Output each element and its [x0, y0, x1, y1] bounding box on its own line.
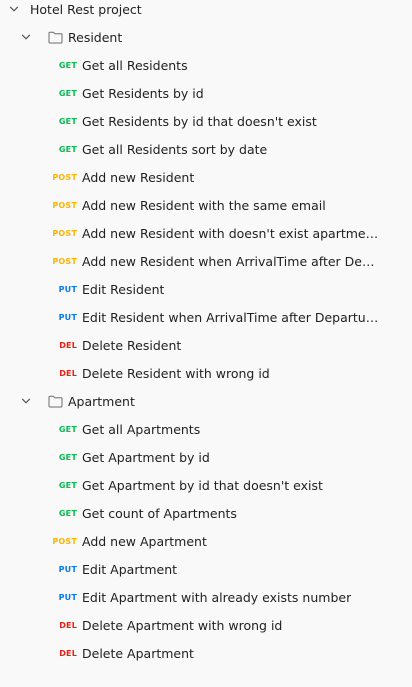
request-row[interactable]: GET Get all Residents: [0, 51, 412, 79]
request-name: Get Residents by id: [82, 85, 204, 101]
method-badge-get: GET: [58, 480, 77, 490]
method-badge-get: GET: [58, 116, 77, 126]
collection-tree: Hotel Rest project Resident GET Get all Res…: [0, 0, 412, 687]
request-name: Get count of Apartments: [82, 505, 237, 521]
request-name: Add new Resident with doesn't exist apar…: [82, 225, 382, 241]
request-row[interactable]: PUT Edit Apartment: [0, 555, 412, 583]
request-name: Delete Resident: [82, 337, 182, 353]
folder-icon: [47, 394, 63, 408]
request-name: Add new Resident when ArrivalTime after …: [82, 253, 382, 269]
method-badge-post: POST: [52, 200, 77, 210]
method-badge-get: GET: [58, 452, 77, 462]
request-row[interactable]: PUT Edit Resident: [0, 275, 412, 303]
request-row[interactable]: PUT Edit Apartment with already exists nu…: [0, 583, 412, 611]
request-row[interactable]: GET Get Residents by id that doesn't exis…: [0, 107, 412, 135]
request-row[interactable]: POST Add new Resident: [0, 163, 412, 191]
request-row[interactable]: GET Get all Apartments: [0, 415, 412, 443]
method-badge-post: POST: [52, 256, 77, 266]
collection-name: Hotel Rest project: [30, 1, 142, 17]
request-row[interactable]: DEL Delete Resident with wrong id: [0, 359, 412, 387]
method-badge-get: GET: [58, 144, 77, 154]
request-row[interactable]: DEL Delete Resident: [0, 331, 412, 359]
request-name: Get all Residents sort by date: [82, 141, 268, 157]
method-badge-post: POST: [52, 228, 77, 238]
folder-row-resident[interactable]: Resident: [0, 23, 412, 51]
method-badge-post: POST: [52, 536, 77, 546]
folder-name: Apartment: [68, 393, 135, 409]
request-row[interactable]: DEL Delete Apartment with wrong id: [0, 611, 412, 639]
request-name: Edit Resident: [82, 281, 165, 297]
method-badge-put: PUT: [58, 564, 77, 574]
method-badge-del: DEL: [59, 340, 77, 350]
collection-row[interactable]: Hotel Rest project: [0, 0, 412, 23]
request-row[interactable]: GET Get Residents by id: [0, 79, 412, 107]
request-name: Edit Apartment with already exists numbe…: [82, 589, 352, 605]
chevron-down-icon[interactable]: [7, 2, 21, 16]
request-name: Add new Resident: [82, 169, 195, 185]
request-name: Get all Residents: [82, 57, 188, 73]
method-badge-put: PUT: [58, 312, 77, 322]
request-name: Get Apartment by id: [82, 449, 210, 465]
request-row[interactable]: PUT Edit Resident when ArrivalTime after …: [0, 303, 412, 331]
folder-icon: [47, 30, 63, 44]
request-row[interactable]: DEL Delete Apartment: [0, 639, 412, 667]
request-name: Get Apartment by id that doesn't exist: [82, 477, 323, 493]
method-badge-put: PUT: [58, 592, 77, 602]
method-badge-get: GET: [58, 88, 77, 98]
request-name: Delete Apartment with wrong id: [82, 617, 283, 633]
chevron-down-icon[interactable]: [19, 394, 33, 408]
method-badge-del: DEL: [59, 368, 77, 378]
request-row[interactable]: GET Get Apartment by id that doesn't exis…: [0, 471, 412, 499]
request-name: Get Residents by id that doesn't exist: [82, 113, 317, 129]
method-badge-put: PUT: [58, 284, 77, 294]
request-name: Edit Apartment: [82, 561, 178, 577]
request-name: Delete Apartment: [82, 645, 194, 661]
request-row[interactable]: POST Add new Resident when ArrivalTime af…: [0, 247, 412, 275]
folder-row-apartment[interactable]: Apartment: [0, 387, 412, 415]
request-name: Add new Apartment: [82, 533, 207, 549]
method-badge-del: DEL: [59, 648, 77, 658]
chevron-down-icon[interactable]: [19, 30, 33, 44]
request-row[interactable]: GET Get all Residents sort by date: [0, 135, 412, 163]
request-name: Add new Resident with the same email: [82, 197, 326, 213]
request-row[interactable]: GET Get count of Apartments: [0, 499, 412, 527]
request-row[interactable]: POST Add new Apartment: [0, 527, 412, 555]
method-badge-get: GET: [58, 508, 77, 518]
method-badge-get: GET: [58, 60, 77, 70]
request-row[interactable]: GET Get Apartment by id: [0, 443, 412, 471]
request-name: Get all Apartments: [82, 421, 201, 437]
request-name: Delete Resident with wrong id: [82, 365, 270, 381]
request-row[interactable]: POST Add new Resident with the same email: [0, 191, 412, 219]
method-badge-get: GET: [58, 424, 77, 434]
method-badge-del: DEL: [59, 620, 77, 630]
request-row[interactable]: POST Add new Resident with doesn't exist …: [0, 219, 412, 247]
method-badge-post: POST: [52, 172, 77, 182]
folder-name: Resident: [68, 29, 123, 45]
request-name: Edit Resident when ArrivalTime after Dep…: [82, 309, 382, 325]
